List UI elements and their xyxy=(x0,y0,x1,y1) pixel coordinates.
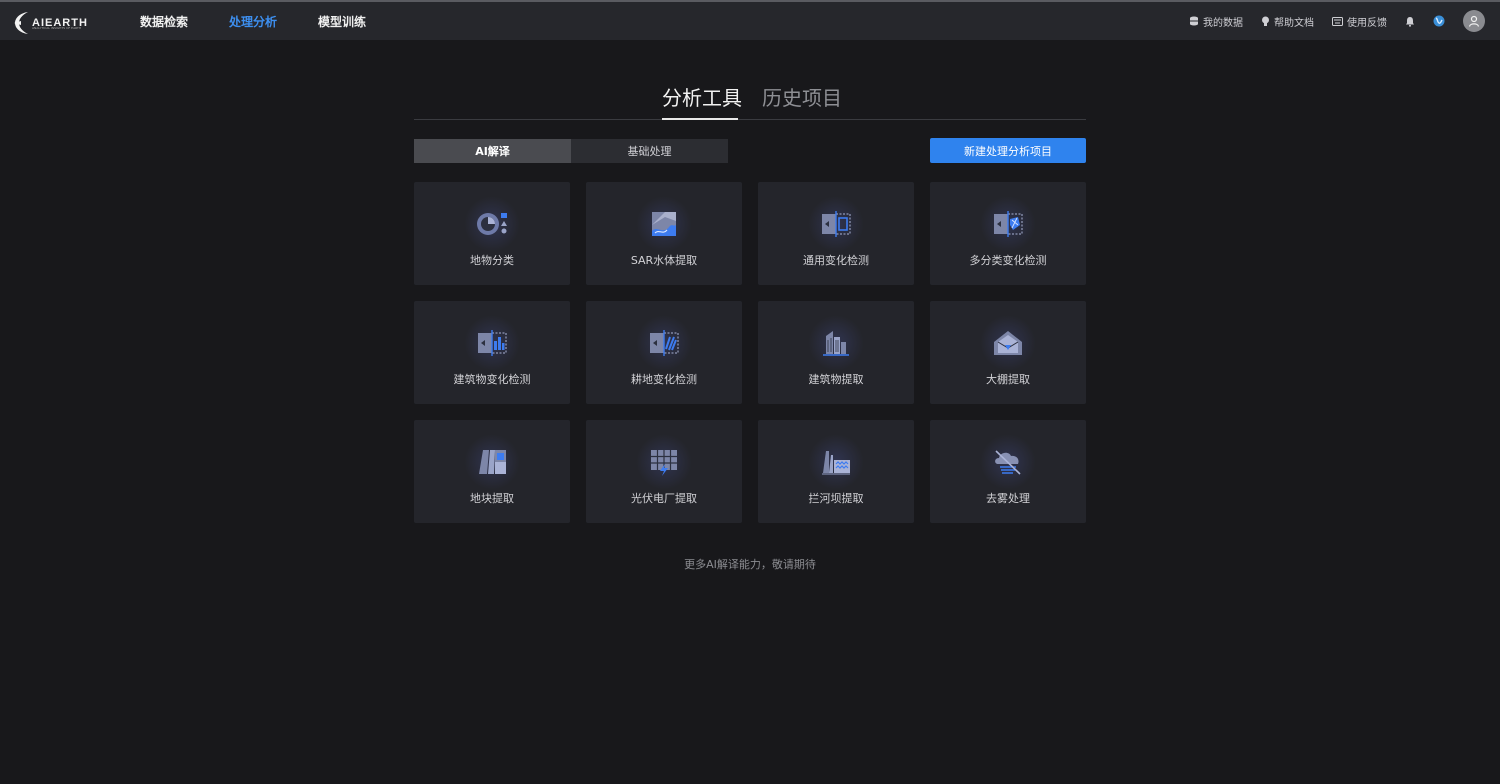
user-icon xyxy=(1468,15,1480,27)
main-tabs: 分析工具 历史项目 xyxy=(414,78,1086,120)
tool-label: 地物分类 xyxy=(470,254,514,267)
building-change-icon xyxy=(478,330,507,356)
tool-label: 多分类变化检测 xyxy=(969,254,1047,267)
nav-data-search[interactable]: 数据检索 xyxy=(140,13,188,30)
tool-card-sar-water[interactable]: SAR水体提取 xyxy=(586,182,742,285)
tool-label: 去雾处理 xyxy=(986,492,1030,505)
sub-tabs: AI解译 基础处理 xyxy=(414,139,728,163)
tool-card-building-change[interactable]: 建筑物变化检测 xyxy=(414,301,570,404)
solar-plant-icon xyxy=(651,450,677,476)
farmland-change-icon xyxy=(650,330,679,356)
tool-label: 耕地变化检测 xyxy=(631,373,697,386)
greenhouse-icon xyxy=(994,331,1022,355)
top-right-toolbar: 我的数据 帮助文档 使用反馈 xyxy=(1189,2,1500,40)
logo-subtitle: ANALYTICAL INSIGHTS OF EARTH xyxy=(32,26,82,30)
notification-bell-icon[interactable] xyxy=(1405,16,1415,27)
dehaze-icon xyxy=(995,450,1021,475)
globe-icon[interactable] xyxy=(1433,15,1445,27)
subtab-basic-processing[interactable]: 基础处理 xyxy=(571,139,728,163)
tool-label: 通用变化检测 xyxy=(803,254,869,267)
sar-water-icon xyxy=(652,212,676,236)
tool-label: 光伏电厂提取 xyxy=(631,492,697,505)
subtab-ai-interpretation[interactable]: AI解译 xyxy=(414,139,571,163)
tool-card-building-extract[interactable]: 建筑物提取 xyxy=(758,301,914,404)
new-project-button[interactable]: 新建处理分析项目 xyxy=(930,138,1086,163)
user-avatar[interactable] xyxy=(1463,10,1485,32)
active-tab-underline xyxy=(662,118,738,120)
feedback-link[interactable]: 使用反馈 xyxy=(1332,14,1387,29)
logo[interactable]: AIEARTH ANALYTICAL INSIGHTS OF EARTH xyxy=(14,10,88,36)
multi-class-change-icon xyxy=(994,211,1023,237)
feedback-label: 使用反馈 xyxy=(1347,17,1387,29)
land-classification-icon xyxy=(477,213,507,235)
tab-history-projects[interactable]: 历史项目 xyxy=(762,82,842,111)
main-nav: 数据检索 处理分析 模型训练 xyxy=(140,2,407,40)
tool-grid: 地物分类 SAR水体提取 通用变化检测 多分类变化检测 建筑物变化检测 耕地变化… xyxy=(414,182,1086,523)
keyboard-icon xyxy=(1332,16,1343,26)
lightbulb-icon xyxy=(1262,16,1269,26)
nav-model-training[interactable]: 模型训练 xyxy=(318,13,366,30)
tool-card-general-change[interactable]: 通用变化检测 xyxy=(758,182,914,285)
tab-analysis-tools[interactable]: 分析工具 xyxy=(662,82,742,111)
tool-card-dam[interactable]: 拦河坝提取 xyxy=(758,420,914,523)
my-data-link[interactable]: 我的数据 xyxy=(1189,14,1243,29)
tool-card-greenhouse[interactable]: 大棚提取 xyxy=(930,301,1086,404)
tool-label: SAR水体提取 xyxy=(630,254,698,267)
help-docs-label: 帮助文档 xyxy=(1274,17,1314,29)
my-data-label: 我的数据 xyxy=(1203,17,1243,29)
tool-label: 地块提取 xyxy=(470,492,514,505)
tool-card-parcel[interactable]: 地块提取 xyxy=(414,420,570,523)
help-docs-link[interactable]: 帮助文档 xyxy=(1261,14,1314,29)
dam-icon xyxy=(822,451,850,475)
tool-card-farmland-change[interactable]: 耕地变化检测 xyxy=(586,301,742,404)
more-coming-note: 更多AI解译能力，敬请期待 xyxy=(684,558,816,571)
tool-card-dehaze[interactable]: 去雾处理 xyxy=(930,420,1086,523)
tool-label: 建筑物提取 xyxy=(808,373,864,386)
parcel-icon xyxy=(479,450,506,474)
tool-label: 大棚提取 xyxy=(986,373,1030,386)
tool-card-land-classification[interactable]: 地物分类 xyxy=(414,182,570,285)
general-change-icon xyxy=(822,211,851,237)
building-extract-icon xyxy=(823,331,849,356)
tool-label: 建筑物变化检测 xyxy=(453,373,531,386)
tool-label: 拦河坝提取 xyxy=(808,492,864,505)
logo-mark-icon xyxy=(14,12,28,34)
database-icon xyxy=(1190,16,1198,26)
tool-card-solar-plant[interactable]: 光伏电厂提取 xyxy=(586,420,742,523)
nav-analysis[interactable]: 处理分析 xyxy=(229,13,277,30)
top-bar: AIEARTH ANALYTICAL INSIGHTS OF EARTH 数据检… xyxy=(0,0,1500,40)
tool-card-multi-class-change[interactable]: 多分类变化检测 xyxy=(930,182,1086,285)
